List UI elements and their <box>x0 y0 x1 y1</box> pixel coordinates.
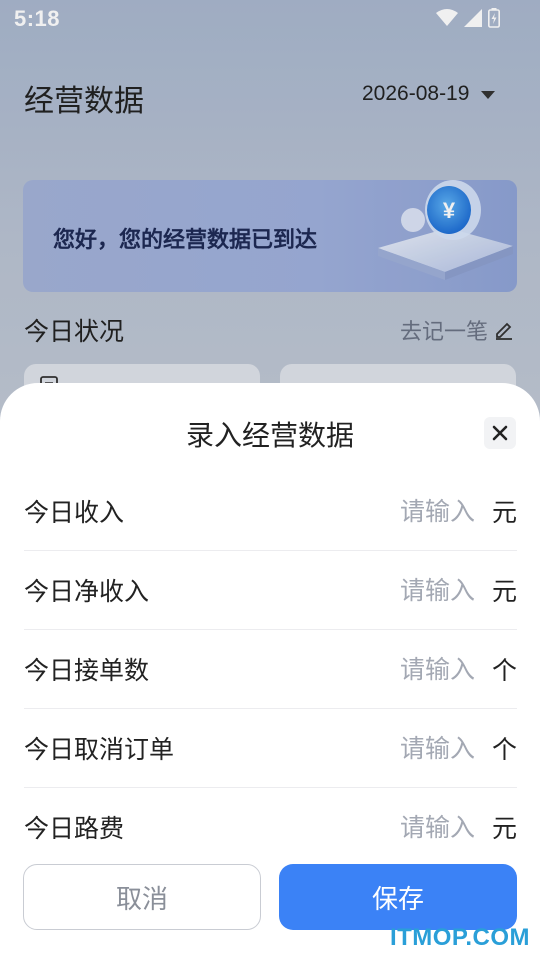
unit-label: 元 <box>491 498 517 527</box>
form-row-toll: 今日路费 元 <box>24 788 517 866</box>
field-label: 今日净收入 <box>24 577 150 606</box>
close-icon <box>492 425 508 441</box>
net-income-input[interactable] <box>355 575 475 605</box>
orders-input[interactable] <box>355 654 475 684</box>
field-label: 今日收入 <box>24 498 125 527</box>
unit-label: 元 <box>491 577 517 606</box>
unit-label: 个 <box>491 656 517 685</box>
form-row-orders: 今日接单数 个 <box>24 630 517 709</box>
cancelled-orders-input[interactable] <box>355 733 475 763</box>
save-button[interactable]: 保存 <box>279 864 517 930</box>
form-row-net-income: 今日净收入 元 <box>24 551 517 630</box>
field-label: 今日接单数 <box>24 656 150 685</box>
field-label: 今日路费 <box>24 814 125 843</box>
field-label: 今日取消订单 <box>24 735 175 764</box>
income-input[interactable] <box>355 496 475 526</box>
cancel-button[interactable]: 取消 <box>23 864 261 930</box>
unit-label: 元 <box>491 814 517 843</box>
sheet-title: 录入经营数据 <box>185 419 354 452</box>
form-row-cancelled-orders: 今日取消订单 个 <box>24 709 517 788</box>
toll-input[interactable] <box>355 812 475 842</box>
close-button[interactable] <box>484 417 516 449</box>
watermark: ITMOP.COM <box>389 924 530 951</box>
form-row-income: 今日收入 元 <box>24 472 517 551</box>
bottom-sheet: 录入经营数据 今日收入 元 今日净收入 元 今日接单数 个 今日取消订单 个 今… <box>0 383 540 960</box>
unit-label: 个 <box>491 735 517 764</box>
